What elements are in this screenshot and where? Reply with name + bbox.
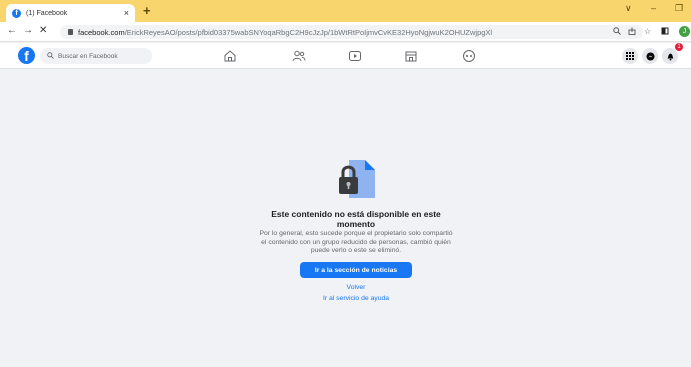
- page-title: Este contenido no está disponible en est…: [271, 209, 441, 229]
- page-description: Por lo general, esto sucede porque el pr…: [259, 230, 453, 254]
- browser-toolbar: ← → ✕ facebook.com /ErickReyesAO/posts/p…: [0, 22, 691, 42]
- watch-icon[interactable]: [348, 49, 362, 63]
- search-icon: [47, 51, 54, 61]
- tab-close-button[interactable]: ×: [124, 8, 129, 18]
- reload-stop-button[interactable]: ✕: [39, 25, 47, 36]
- browser-tab[interactable]: f (1) Facebook ×: [6, 4, 135, 22]
- tab-search-icon[interactable]: ∨: [625, 3, 632, 14]
- notification-badge: 1: [675, 43, 683, 51]
- facebook-header: f Buscar en Facebook: [0, 43, 691, 69]
- restore-button[interactable]: ❐: [675, 3, 683, 14]
- messenger-icon[interactable]: [642, 48, 658, 64]
- lock-icon[interactable]: [68, 29, 73, 35]
- zoom-icon[interactable]: [613, 27, 621, 37]
- go-to-news-feed-button[interactable]: Ir a la sección de noticias: [300, 262, 412, 278]
- side-panel-icon[interactable]: [661, 27, 669, 37]
- locked-content-icon: [335, 160, 377, 198]
- bookmark-star-icon[interactable]: ☆: [644, 27, 651, 36]
- back-button[interactable]: ←: [7, 25, 17, 36]
- friends-icon[interactable]: [292, 49, 306, 63]
- url-host: facebook.com: [78, 27, 125, 37]
- url-path: /ErickReyesAO/posts/pfbid03375wabSNYoqaR…: [124, 27, 493, 37]
- facebook-search-input[interactable]: Buscar en Facebook: [40, 48, 152, 64]
- new-tab-button[interactable]: +: [143, 3, 151, 18]
- help-center-link[interactable]: Ir al servicio de ayuda: [256, 295, 456, 302]
- menu-grid-icon[interactable]: [622, 48, 638, 64]
- back-link[interactable]: Volver: [256, 284, 456, 291]
- content-unavailable-panel: Este contenido no está disponible en est…: [0, 70, 691, 367]
- share-icon[interactable]: [628, 27, 636, 37]
- facebook-logo-icon[interactable]: f: [18, 47, 35, 64]
- marketplace-icon[interactable]: [404, 49, 418, 63]
- notifications-bell-icon[interactable]: [662, 48, 678, 64]
- search-placeholder: Buscar en Facebook: [58, 52, 118, 60]
- forward-button[interactable]: →: [23, 25, 33, 36]
- tab-title: (1) Facebook: [26, 9, 68, 17]
- minimize-button[interactable]: –: [651, 3, 656, 13]
- profile-avatar[interactable]: J: [679, 26, 690, 37]
- gaming-icon[interactable]: [462, 49, 476, 63]
- facebook-favicon-icon: f: [12, 8, 21, 18]
- address-bar[interactable]: facebook.com /ErickReyesAO/posts/pfbid03…: [60, 25, 643, 39]
- browser-tab-strip: f (1) Facebook × + ∨ – ❐: [0, 0, 691, 22]
- home-icon[interactable]: [223, 49, 237, 63]
